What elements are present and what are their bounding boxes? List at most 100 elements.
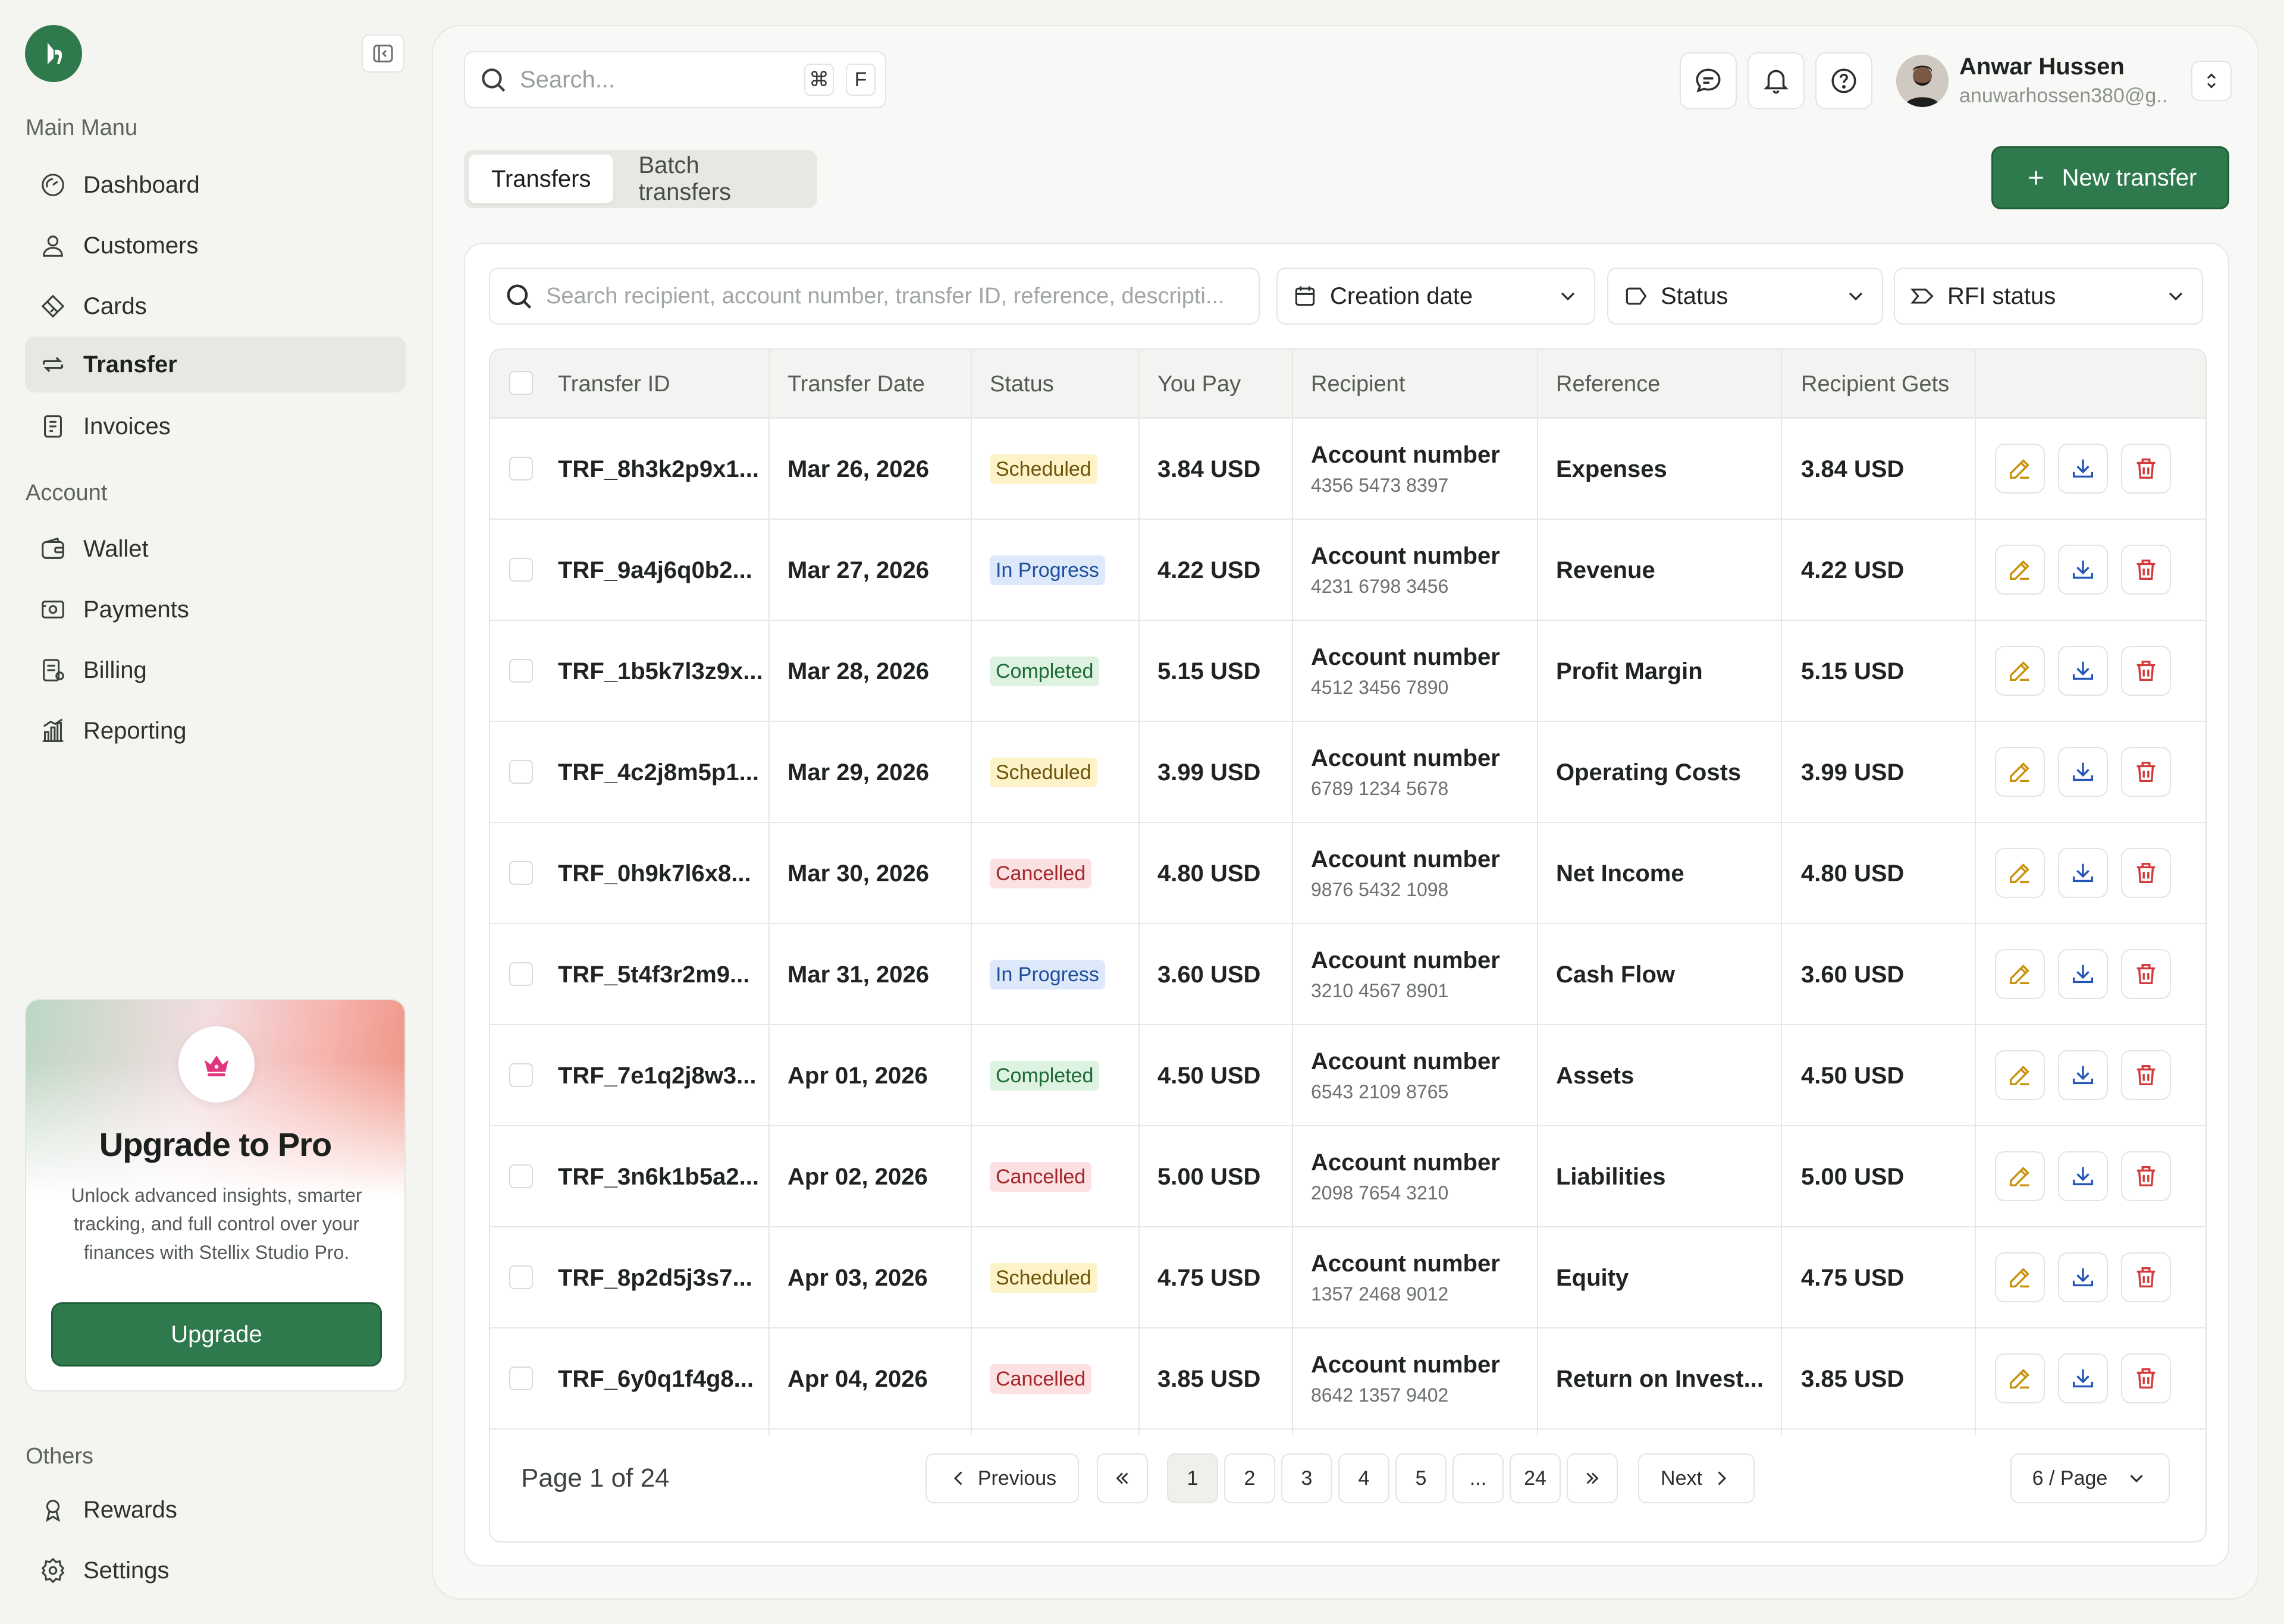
per-page-select[interactable]: 6 / Page xyxy=(2010,1453,2170,1503)
column-header-transfer-id[interactable]: Transfer ID xyxy=(558,350,670,419)
delete-button[interactable] xyxy=(2121,545,2171,595)
table-row[interactable]: TRF_8h3k2p9x1... Mar 26, 2026 Scheduled 3.8… xyxy=(490,419,2205,520)
download-button[interactable] xyxy=(2058,1050,2108,1100)
select-all-checkbox[interactable] xyxy=(509,371,533,395)
delete-button[interactable] xyxy=(2121,1151,2171,1201)
account-switch-button[interactable] xyxy=(2191,61,2232,101)
transfer-id[interactable]: TRF_6y0q1f4g8... xyxy=(558,1328,754,1430)
page-number-button[interactable]: 1 xyxy=(1167,1453,1218,1503)
status-filter[interactable]: Status xyxy=(1607,268,1883,325)
edit-button[interactable] xyxy=(1995,949,2045,999)
delete-button[interactable] xyxy=(2121,1050,2171,1100)
last-page-button[interactable] xyxy=(1567,1453,1618,1503)
edit-button[interactable] xyxy=(1995,1050,2045,1100)
upgrade-button[interactable]: Upgrade xyxy=(51,1302,382,1367)
page-number-button[interactable]: 5 xyxy=(1395,1453,1447,1503)
table-row[interactable]: TRF_4c2j8m5p1... Mar 29, 2026 Scheduled 3.9… xyxy=(490,722,2205,823)
tab-transfers[interactable]: Transfers xyxy=(469,155,614,203)
tab-batch-transfers[interactable]: Batch transfers xyxy=(616,152,812,205)
download-button[interactable] xyxy=(2058,646,2108,696)
delete-button[interactable] xyxy=(2121,444,2171,494)
edit-button[interactable] xyxy=(1995,646,2045,696)
sidebar-item-cards[interactable]: Cards xyxy=(25,278,406,334)
transfer-id[interactable]: TRF_1b5k7l3z9x... xyxy=(558,621,763,722)
transfer-id[interactable]: TRF_8p2d5j3s7... xyxy=(558,1227,752,1328)
sidebar-item-settings[interactable]: Settings xyxy=(25,1543,406,1598)
sidebar-item-payments[interactable]: Payments xyxy=(25,582,406,637)
edit-button[interactable] xyxy=(1995,545,2045,595)
column-header-status[interactable]: Status xyxy=(990,350,1054,419)
sidebar-item-billing[interactable]: Billing xyxy=(25,642,406,698)
edit-button[interactable] xyxy=(1995,747,2045,797)
global-search[interactable]: Search... ⌘ F xyxy=(464,51,886,108)
row-checkbox[interactable] xyxy=(509,659,533,683)
row-checkbox[interactable] xyxy=(509,760,533,784)
rfi-status-filter[interactable]: RFI status xyxy=(1894,268,2203,325)
delete-button[interactable] xyxy=(2121,1353,2171,1403)
column-header-you-pay[interactable]: You Pay xyxy=(1157,350,1241,419)
download-button[interactable] xyxy=(2058,747,2108,797)
next-page-button[interactable]: Next xyxy=(1638,1453,1755,1503)
delete-button[interactable] xyxy=(2121,646,2171,696)
search-input[interactable]: Search... xyxy=(520,67,792,93)
table-row[interactable]: TRF_8p2d5j3s7... Apr 03, 2026 Scheduled 4.7… xyxy=(490,1227,2205,1328)
edit-button[interactable] xyxy=(1995,848,2045,898)
delete-button[interactable] xyxy=(2121,1252,2171,1302)
column-header-reference[interactable]: Reference xyxy=(1556,350,1660,419)
table-row[interactable]: TRF_7e1q2j8w3... Apr 01, 2026 Completed 4.5… xyxy=(490,1025,2205,1126)
edit-button[interactable] xyxy=(1995,444,2045,494)
edit-button[interactable] xyxy=(1995,1353,2045,1403)
first-page-button[interactable] xyxy=(1097,1453,1148,1503)
row-checkbox[interactable] xyxy=(509,1063,533,1087)
download-button[interactable] xyxy=(2058,848,2108,898)
previous-page-button[interactable]: Previous xyxy=(925,1453,1079,1503)
download-button[interactable] xyxy=(2058,1353,2108,1403)
sidebar-item-dashboard[interactable]: Dashboard xyxy=(25,157,406,213)
transfer-search-input[interactable]: Search recipient, account number, transf… xyxy=(546,284,1225,309)
sidebar-item-rewards[interactable]: Rewards xyxy=(25,1482,406,1538)
download-button[interactable] xyxy=(2058,949,2108,999)
edit-button[interactable] xyxy=(1995,1151,2045,1201)
transfer-id[interactable]: TRF_0h9k7l6x8... xyxy=(558,823,751,924)
sidebar-item-customers[interactable]: Customers xyxy=(25,218,406,274)
download-button[interactable] xyxy=(2058,545,2108,595)
page-number-button[interactable]: 24 xyxy=(1510,1453,1561,1503)
table-row[interactable]: TRF_9a4j6q0b2... Mar 27, 2026 In Progress 4… xyxy=(490,520,2205,621)
creation-date-filter[interactable]: Creation date xyxy=(1276,268,1595,325)
messages-button[interactable] xyxy=(1680,52,1737,109)
brand-logo[interactable] xyxy=(25,25,82,82)
table-row[interactable]: TRF_1b5k7l3z9x... Mar 28, 2026 Completed 5.… xyxy=(490,621,2205,722)
sidebar-item-reporting[interactable]: Reporting xyxy=(25,703,406,759)
row-checkbox[interactable] xyxy=(509,558,533,582)
row-checkbox[interactable] xyxy=(509,861,533,885)
transfer-search[interactable]: Search recipient, account number, transf… xyxy=(489,268,1260,325)
column-header-transfer-date[interactable]: Transfer Date xyxy=(788,350,925,419)
row-checkbox[interactable] xyxy=(509,1265,533,1289)
row-checkbox[interactable] xyxy=(509,962,533,986)
help-button[interactable] xyxy=(1815,52,1872,109)
sidebar-item-invoices[interactable]: Invoices xyxy=(25,398,406,454)
sidebar-item-wallet[interactable]: Wallet xyxy=(25,521,406,577)
new-transfer-button[interactable]: New transfer xyxy=(1991,146,2229,209)
transfer-id[interactable]: TRF_3n6k1b5a2... xyxy=(558,1126,759,1227)
download-button[interactable] xyxy=(2058,1151,2108,1201)
delete-button[interactable] xyxy=(2121,949,2171,999)
download-button[interactable] xyxy=(2058,1252,2108,1302)
avatar[interactable] xyxy=(1896,55,1949,107)
transfer-id[interactable]: TRF_8h3k2p9x1... xyxy=(558,419,759,520)
sidebar-item-transfer[interactable]: Transfer xyxy=(25,337,406,392)
table-row[interactable]: TRF_6y0q1f4g8... Apr 04, 2026 Cancelled 3.8… xyxy=(490,1328,2205,1430)
page-number-button[interactable]: 3 xyxy=(1281,1453,1332,1503)
table-row[interactable]: TRF_0h9k7l6x8... Mar 30, 2026 Cancelled 4.8… xyxy=(490,823,2205,924)
page-number-button[interactable]: 2 xyxy=(1224,1453,1275,1503)
row-checkbox[interactable] xyxy=(509,457,533,480)
transfer-id[interactable]: TRF_4c2j8m5p1... xyxy=(558,722,759,823)
transfer-id[interactable]: TRF_9a4j6q0b2... xyxy=(558,520,752,621)
edit-button[interactable] xyxy=(1995,1252,2045,1302)
sidebar-collapse-button[interactable] xyxy=(362,34,404,73)
page-number-button[interactable]: 4 xyxy=(1338,1453,1389,1503)
table-row[interactable]: TRF_5t4f3r2m9... Mar 31, 2026 In Progress 3… xyxy=(490,924,2205,1025)
row-checkbox[interactable] xyxy=(509,1367,533,1390)
column-header-recipient[interactable]: Recipient xyxy=(1311,350,1405,419)
table-row[interactable]: TRF_3n6k1b5a2... Apr 02, 2026 Cancelled 5.0… xyxy=(490,1126,2205,1227)
